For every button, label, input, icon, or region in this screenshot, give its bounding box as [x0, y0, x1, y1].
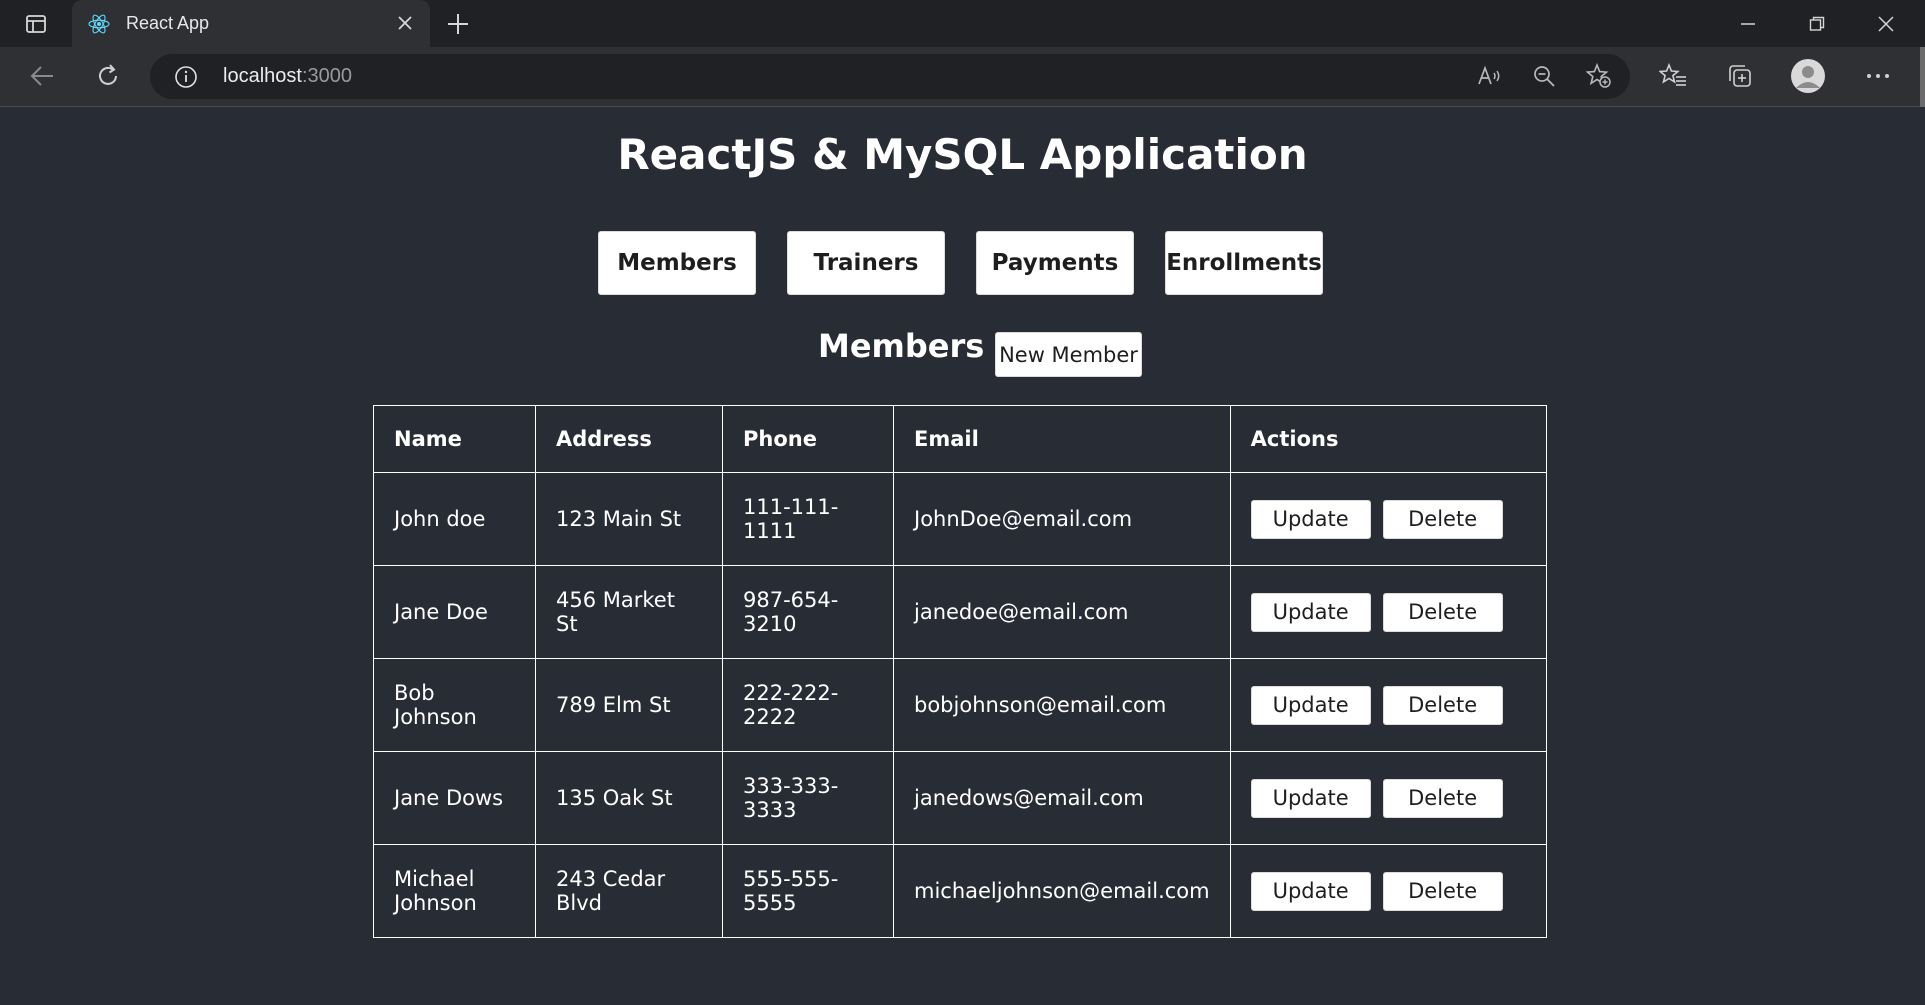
row-actions: Update Delete [1229, 751, 1548, 845]
delete-button[interactable]: Delete [1382, 685, 1503, 725]
zoom-out-icon[interactable] [1522, 54, 1566, 98]
new-member-button[interactable]: New Member [995, 332, 1142, 377]
section-title: Members [818, 327, 985, 365]
member-phone: 111-111-1111 [722, 472, 894, 566]
delete-button[interactable]: Delete [1382, 778, 1503, 818]
update-button[interactable]: Update [1250, 685, 1371, 725]
member-name: Bob Johnson [373, 658, 536, 752]
member-email: michaeljohnson@email.com [893, 844, 1231, 938]
member-name: Jane Doe [373, 565, 536, 659]
table-row: John doe 123 Main St 111-111-1111 JohnDo… [373, 472, 1548, 566]
update-button[interactable]: Update [1250, 778, 1371, 818]
address-bar[interactable]: localhost:3000 [150, 54, 1630, 99]
browser-titlebar: React App [0, 0, 1925, 47]
more-options-icon[interactable] [1856, 54, 1900, 98]
member-name: Jane Dows [373, 751, 536, 845]
back-icon[interactable] [20, 54, 64, 98]
collections-icon[interactable] [1718, 54, 1762, 98]
tab-title: React App [126, 13, 210, 33]
column-header-email: Email [893, 405, 1231, 473]
url-port: :3000 [301, 65, 352, 87]
member-email: janedoe@email.com [893, 565, 1231, 659]
members-table: Name Address Phone Email Actions John do… [373, 405, 1548, 938]
update-button[interactable]: Update [1250, 499, 1371, 539]
main-nav: Members Trainers Payments Enrollments [598, 231, 1323, 295]
nav-trainers-button[interactable]: Trainers [787, 231, 945, 295]
update-button[interactable]: Update [1250, 871, 1371, 911]
member-email: janedows@email.com [893, 751, 1231, 845]
update-button[interactable]: Update [1250, 592, 1371, 632]
column-header-name: Name [373, 405, 536, 473]
nav-members-button[interactable]: Members [598, 231, 756, 295]
table-row: Michael Johnson 243 Cedar Blvd 555-555-5… [373, 844, 1548, 938]
member-address: 789 Elm St [535, 658, 723, 752]
nav-payments-button[interactable]: Payments [976, 231, 1134, 295]
page-title: ReactJS & MySQL Application [617, 130, 1308, 179]
row-actions: Update Delete [1229, 472, 1548, 566]
close-window-icon[interactable] [1858, 0, 1914, 47]
minimize-icon[interactable] [1720, 0, 1776, 47]
delete-button[interactable]: Delete [1382, 499, 1503, 539]
add-favorite-icon[interactable] [1577, 54, 1621, 98]
member-email: bobjohnson@email.com [893, 658, 1231, 752]
member-phone: 222-222-2222 [722, 658, 894, 752]
member-phone: 555-555-5555 [722, 844, 894, 938]
member-name: John doe [373, 472, 536, 566]
browser-toolbar: localhost:3000 [0, 47, 1925, 107]
site-info-icon[interactable] [174, 65, 198, 89]
member-address: 456 Market St [535, 565, 723, 659]
refresh-icon[interactable] [86, 54, 130, 98]
member-name: Michael Johnson [373, 844, 536, 938]
close-tab-icon[interactable] [392, 10, 418, 36]
favorites-icon[interactable] [1651, 54, 1695, 98]
member-email: JohnDoe@email.com [893, 472, 1231, 566]
table-header-row: Name Address Phone Email Actions [373, 405, 1548, 473]
profile-avatar-icon[interactable] [1786, 54, 1830, 98]
url-text: localhost:3000 [223, 65, 352, 88]
row-actions: Update Delete [1229, 658, 1548, 752]
member-address: 135 Oak St [535, 751, 723, 845]
tab-actions-icon[interactable] [8, 0, 64, 47]
url-host: localhost [223, 65, 302, 87]
read-aloud-icon[interactable] [1467, 54, 1511, 98]
member-phone: 987-654-3210 [722, 565, 894, 659]
column-header-actions: Actions [1229, 405, 1548, 473]
table-row: Jane Dows 135 Oak St 333-333-3333 janedo… [373, 751, 1548, 845]
column-header-address: Address [535, 405, 723, 473]
browser-tab[interactable]: React App [72, 0, 430, 47]
new-tab-icon[interactable] [442, 8, 474, 40]
column-header-phone: Phone [722, 405, 894, 473]
row-actions: Update Delete [1229, 844, 1548, 938]
restore-icon[interactable] [1789, 0, 1845, 47]
member-phone: 333-333-3333 [722, 751, 894, 845]
row-actions: Update Delete [1229, 565, 1548, 659]
scrollbar[interactable] [1920, 47, 1925, 107]
delete-button[interactable]: Delete [1382, 871, 1503, 911]
nav-enrollments-button[interactable]: Enrollments [1165, 231, 1323, 295]
member-address: 123 Main St [535, 472, 723, 566]
table-row: Jane Doe 456 Market St 987-654-3210 jane… [373, 565, 1548, 659]
member-address: 243 Cedar Blvd [535, 844, 723, 938]
delete-button[interactable]: Delete [1382, 592, 1503, 632]
react-logo-icon [88, 13, 110, 35]
table-row: Bob Johnson 789 Elm St 222-222-2222 bobj… [373, 658, 1548, 752]
